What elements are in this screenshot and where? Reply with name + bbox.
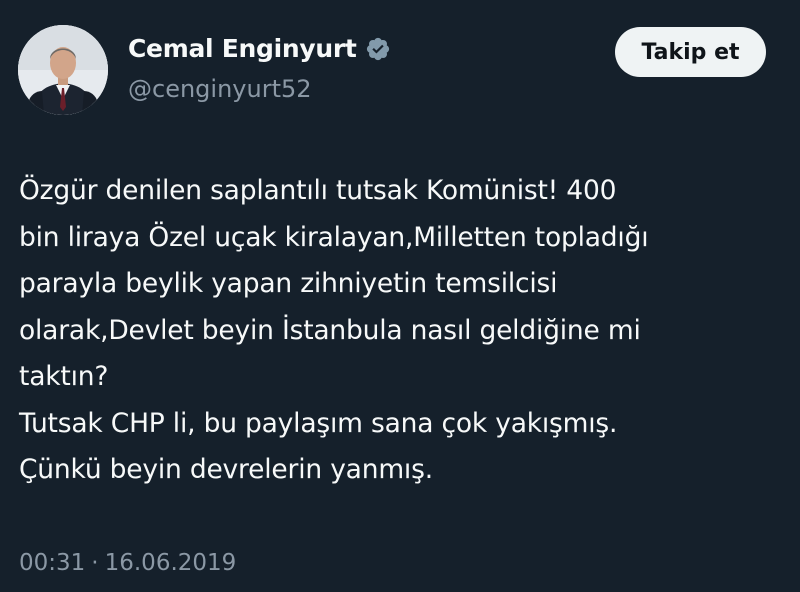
author-handle[interactable]: @cenginyurt52 (128, 75, 312, 103)
tweet-text-line: taktın? (19, 361, 109, 392)
tweet-text-line: parayla beylik yapan zihniyetin temsilci… (19, 268, 558, 299)
tweet-text-line: Çünkü beyin devrelerin yanmış. (19, 454, 433, 485)
tweet-timestamp[interactable]: 00:31 · 16.06.2019 (19, 550, 236, 576)
tweet-text-line: olarak,Devlet beyin İstanbula nasıl geld… (19, 314, 641, 346)
timestamp-separator: · (91, 550, 99, 576)
tweet-card: Cemal Enginyurt @cenginyurt52 Takip et Ö… (0, 0, 800, 592)
tweet-text-line: bin liraya Özel uçak kiralayan,Milletten… (19, 221, 649, 253)
verified-badge-icon[interactable] (365, 36, 391, 62)
tweet-text-line: Özgür denilen saplantılı tutsak Komünist… (19, 175, 617, 206)
tweet-text: Özgür denilen saplantılı tutsak Komünist… (19, 168, 789, 494)
tweet-date: 16.06.2019 (104, 550, 237, 576)
tweet-time: 00:31 (19, 550, 86, 576)
tweet-text-line: Tutsak CHP li, bu paylaşım sana çok yakı… (19, 407, 618, 439)
author-name-row: Cemal Enginyurt (128, 34, 391, 63)
profile-photo-icon (18, 25, 108, 115)
author-display-name[interactable]: Cemal Enginyurt (128, 34, 357, 63)
follow-button[interactable]: Takip et (615, 27, 766, 77)
avatar[interactable] (18, 25, 108, 115)
